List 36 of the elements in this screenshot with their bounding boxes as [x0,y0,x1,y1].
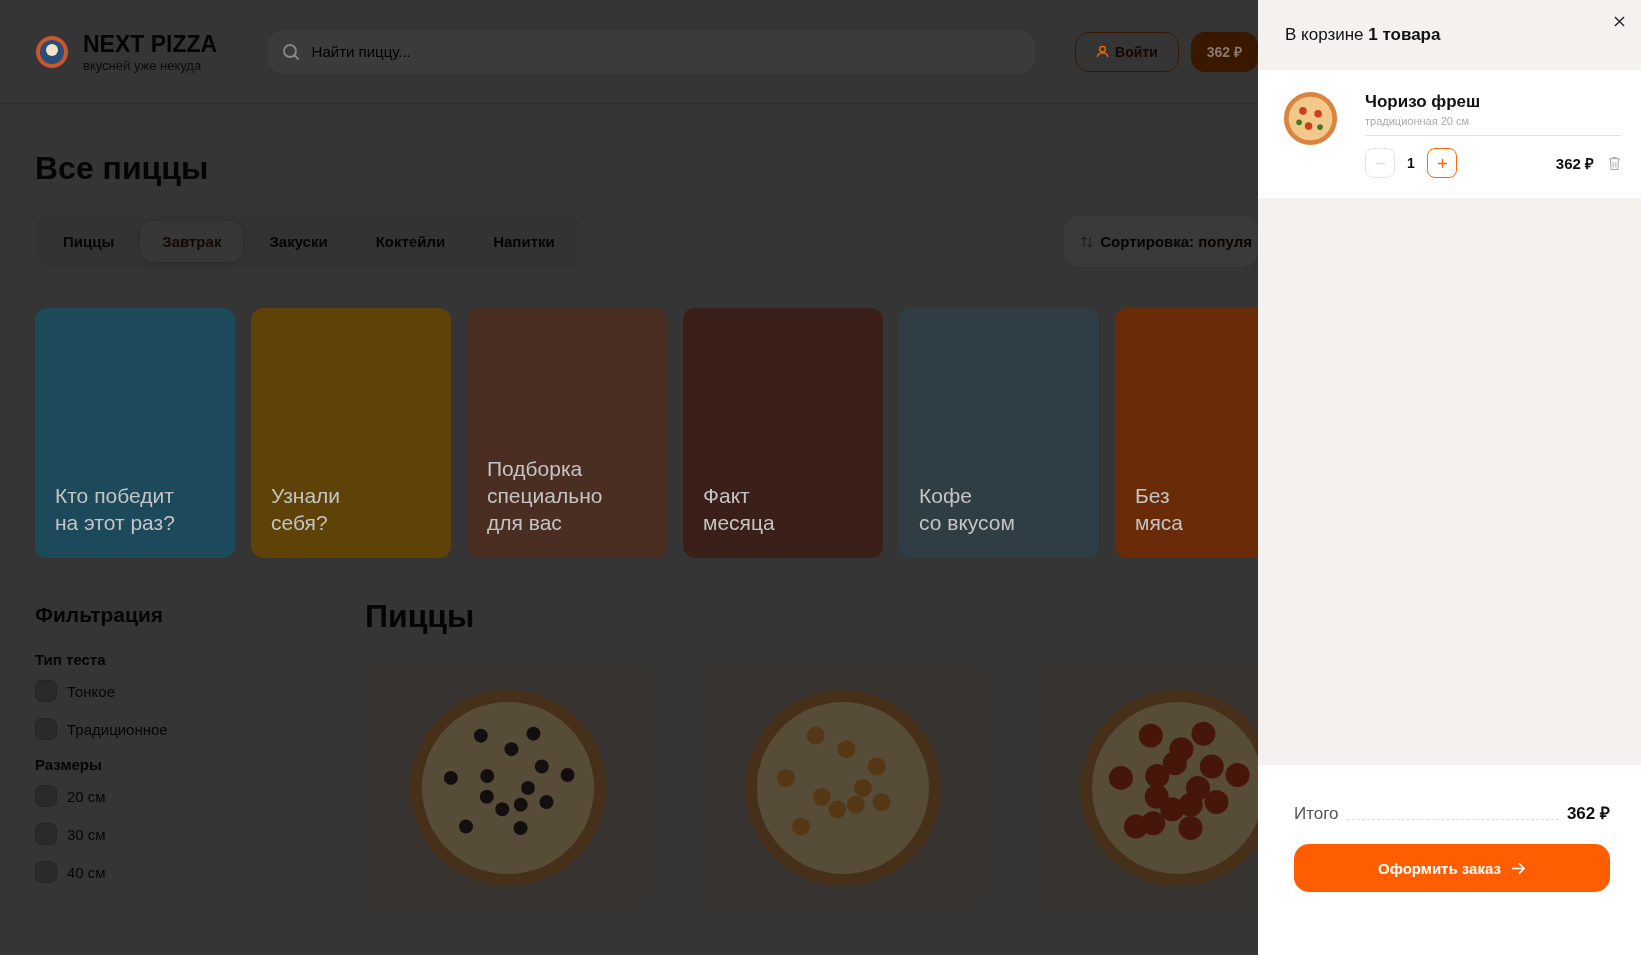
story-caption: Кофе со вкусом [919,483,1015,536]
story-caption: Узнали себя? [271,483,341,536]
arrow-right-icon [1510,861,1526,875]
plus-icon [1436,157,1448,169]
sort-arrows-icon [1080,234,1095,249]
total-label: Итого [1294,804,1339,824]
pizza-logo-icon [35,34,69,69]
search-icon [281,42,300,61]
story-card[interactable]: Без мяса [1115,308,1258,558]
checkout-button[interactable]: Оформить заказ [1294,844,1610,892]
cart-title: В корзине 1 товара [1285,25,1441,45]
story-card[interactable]: Кофе со вкусом [899,308,1099,558]
story-card[interactable]: Узнали себя? [251,308,451,558]
total-price: 362 ₽ [1566,803,1610,824]
search-field[interactable]: Найти пиццу... [309,42,1021,61]
story-caption: Факт месяца [703,483,775,536]
item-name: Чоризо фреш [1365,92,1482,112]
increase-button[interactable] [1427,148,1457,178]
story-card[interactable]: Подборка специально для вас [467,308,667,558]
item-price: 362 ₽ [1555,154,1594,173]
pizza-thumbnail-drawing [1282,90,1339,147]
story-caption: Подборка специально для вас [487,456,603,536]
story-caption: Кто победит на этот раз? [55,483,175,536]
story-caption: Без мяса [1135,483,1183,536]
cart-button[interactable]: 362 ₽ [1190,31,1258,72]
story-card[interactable]: Кто победит на этот раз? [35,308,235,558]
user-icon [1096,45,1109,58]
product-card[interactable] [365,663,650,913]
close-icon[interactable] [1614,16,1625,27]
trash-icon[interactable] [1608,155,1621,171]
item-details: традиционная 20 см [1365,115,1621,136]
quantity: 1 [1406,155,1416,171]
search-bar[interactable]: Найти пиццу... [267,29,1035,74]
product-card[interactable] [1035,663,1258,913]
story-card[interactable]: Факт месяца [683,308,883,558]
product-card[interactable] [700,663,985,913]
